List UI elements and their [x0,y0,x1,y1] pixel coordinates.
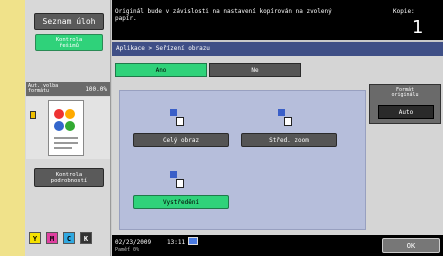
zoom-label: Aut. volba formátu [28,83,59,94]
task-list-button[interactable]: Seznam úloh [34,13,104,30]
ok-button[interactable]: OK [382,238,440,253]
left-panel: Seznam úloh Kontrola řešimů Aut. volba f… [25,0,111,256]
original-format-label: Formát originálu [391,87,419,98]
memory-display: Paměť 0% [115,247,140,253]
whole-image-button[interactable]: Celý obraz [133,133,229,147]
main-content: Ano Ne Celý obraz Střed. zoom Vystředění… [112,56,443,235]
document-preview [26,97,110,159]
options-panel: Celý obraz Střed. zoom Vystředění [119,90,366,230]
breadcrumb: Aplikace > Seřízení obrazu [112,42,443,56]
message-bar: Originál bude v závislosti na nastavení … [112,0,443,40]
tab-yes[interactable]: Ano [115,63,207,77]
orientation-icon [30,111,36,119]
whole-image-icon [170,109,184,127]
toner-indicators: Y M C K [29,232,92,244]
original-format-button[interactable]: Auto [378,105,434,119]
time-display: 13:11 [167,239,186,246]
toner-m-icon: M [46,232,58,244]
original-format-box: Formát originálu Auto [369,84,441,124]
info-message: Originál bude v závislosti na nastavení … [115,8,332,22]
proof-check-button[interactable]: Kontrola řešimů [35,34,103,51]
zoom-row: Aut. volba formátu 100.0% [26,82,110,96]
network-icon [188,237,198,245]
center-zoom-icon [278,109,292,127]
toner-c-icon: C [63,232,75,244]
zoom-value: 100.0% [85,86,107,93]
copies-label: Kopie: [393,8,415,15]
center-zoom-button[interactable]: Střed. zoom [241,133,337,147]
copier-screen: Seznam úloh Kontrola řešimů Aut. volba f… [25,0,443,256]
copies-value: 1 [412,17,424,38]
date-display: 02/23/2009 [115,239,152,246]
centering-button[interactable]: Vystředění [133,195,229,209]
paper-preview-icon [48,100,84,156]
toner-k-icon: K [80,232,92,244]
status-bar: 02/23/2009 13:11 Paměť 0% OK [112,235,443,256]
centering-icon [170,171,184,189]
toner-y-icon: Y [29,232,41,244]
tab-no[interactable]: Ne [209,63,301,77]
details-button[interactable]: Kontrola podrobností [34,168,104,187]
